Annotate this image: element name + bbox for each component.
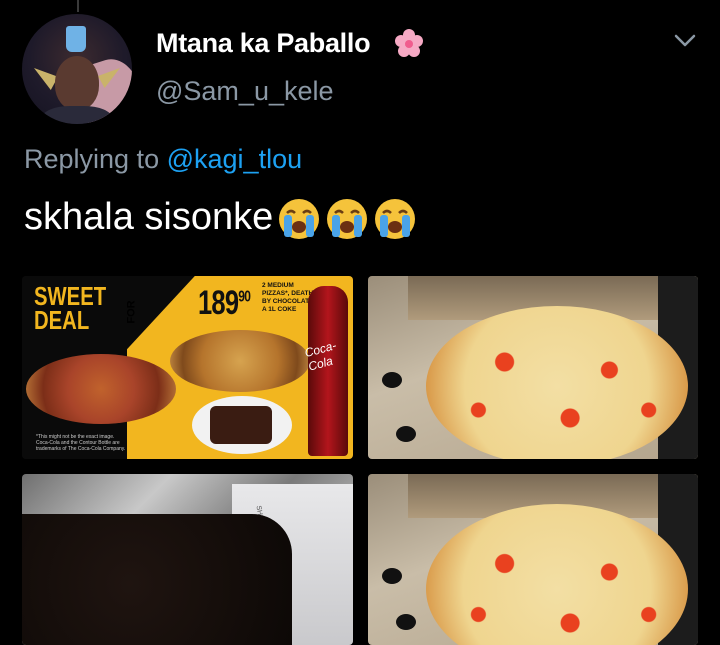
loudly-crying-face-icon (279, 198, 320, 239)
reply-mention-link[interactable]: @kagi_tlou (167, 144, 303, 174)
ad-chocolate-cake (210, 406, 272, 444)
box-hole (396, 426, 416, 442)
pizza (426, 306, 688, 459)
thread-connector-line (77, 0, 79, 12)
ad-price-main: 189 (198, 284, 239, 322)
media-image-brownie[interactable]: SHERY (22, 474, 353, 645)
ad-pizza-chicken (170, 330, 310, 392)
display-name[interactable]: Mtana ka Paballo (156, 28, 371, 59)
loudly-crying-face-icon (327, 198, 368, 239)
avatar-face (55, 56, 99, 110)
user-handle[interactable]: @Sam_u_kele (156, 76, 334, 107)
ad-price-cents: 90 (238, 288, 251, 306)
box-hole (382, 568, 402, 584)
box-hole (396, 614, 416, 630)
replying-to-label: Replying to (24, 144, 160, 174)
media-image-pizza-2[interactable] (368, 474, 698, 645)
avatar-cup-icon (66, 26, 86, 52)
box-hole (382, 372, 402, 388)
tweet-text-body: skhala sisonke (24, 196, 274, 238)
avatar[interactable] (22, 14, 132, 124)
ad-side-label: FOR (125, 300, 138, 324)
tweet-text: skhala sisonke (24, 196, 417, 241)
media-grid: SWEET DEAL FOR 18990 2 MEDIUM PIZZAS*, DE… (22, 276, 698, 645)
ad-pizza-pepperoni (26, 354, 176, 424)
replying-to-line: Replying to @kagi_tlou (24, 144, 302, 175)
media-image-ad[interactable]: SWEET DEAL FOR 18990 2 MEDIUM PIZZAS*, DE… (22, 276, 353, 459)
media-image-pizza-1[interactable] (368, 276, 698, 459)
chocolate-brownie (22, 514, 292, 645)
ad-price: 18990 (198, 284, 251, 323)
ad-headline: SWEET DEAL (34, 281, 107, 335)
avatar-shirt (42, 106, 112, 124)
loudly-crying-face-icon (375, 198, 416, 239)
chevron-down-icon[interactable] (672, 30, 698, 50)
cherry-blossom-icon (395, 29, 423, 57)
ad-fine-print: *This might not be the exact image. Coca… (36, 434, 126, 452)
